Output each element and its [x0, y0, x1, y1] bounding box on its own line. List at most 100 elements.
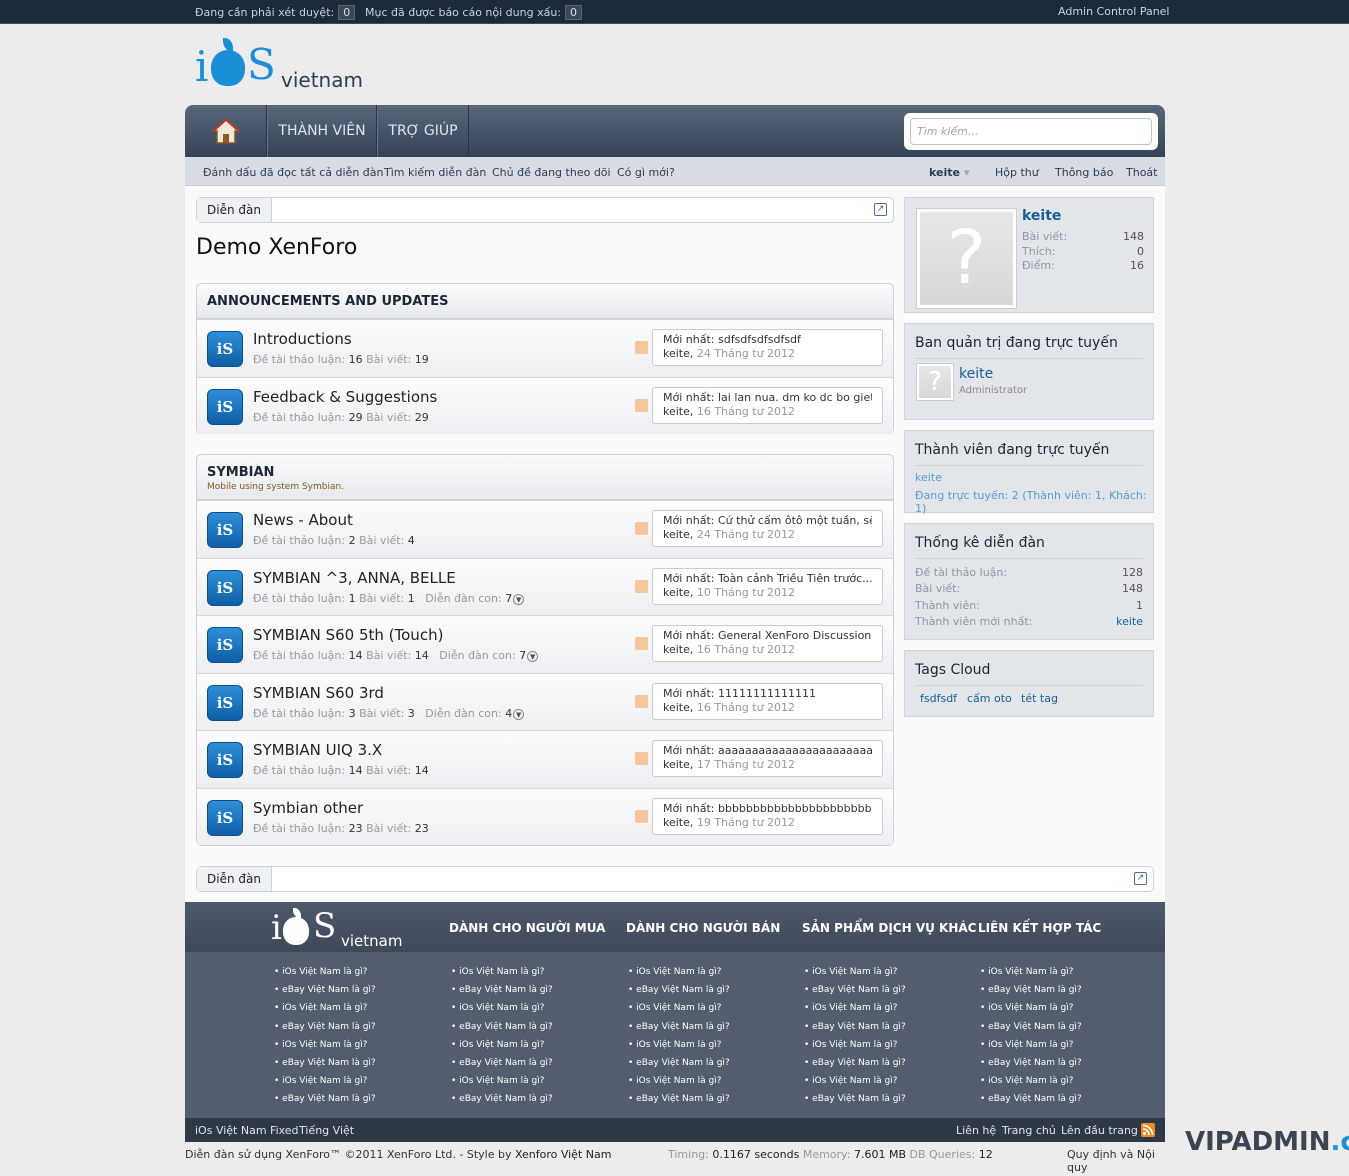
rss-icon[interactable] — [635, 398, 648, 412]
footer-link[interactable]: • eBay Việt Nam là gì? — [980, 1022, 1082, 1040]
footer-link[interactable]: • iOs Việt Nam là gì? — [804, 1003, 906, 1021]
rss-icon[interactable] — [635, 522, 648, 535]
last-post-user[interactable]: keite, — [663, 347, 693, 360]
staff-username[interactable]: keite — [959, 366, 993, 382]
category-header[interactable]: ANNOUNCEMENTS AND UPDATES — [197, 284, 893, 319]
forum-title[interactable]: News - About — [253, 511, 353, 529]
rss-icon[interactable] — [635, 809, 648, 823]
whats-new-link[interactable]: Có gì mới? — [617, 166, 675, 179]
forum-row[interactable]: iS SYMBIAN ^3, ANNA, BELLE Đề tài thảo luậ… — [197, 557, 893, 615]
external-link-icon[interactable]: ↗ — [874, 203, 887, 216]
latest-thread-link[interactable]: General XenForo Discussion... — [718, 629, 872, 642]
footer-link[interactable]: • eBay Việt Nam là gì? — [804, 985, 906, 1003]
footer-link[interactable]: • iOs Việt Nam là gì? — [980, 1076, 1082, 1094]
tag-link[interactable]: tét tag — [1021, 692, 1058, 705]
footer-link[interactable]: • iOs Việt Nam là gì? — [980, 1003, 1082, 1021]
back-to-top-link[interactable]: Lên đầu trang — [1061, 1124, 1138, 1137]
footer-link[interactable]: • iOs Việt Nam là gì? — [628, 1076, 730, 1094]
avatar[interactable]: ? — [916, 208, 1017, 309]
home-link[interactable]: Trang chủ — [1002, 1124, 1056, 1137]
tag-link[interactable]: fsdfsdf — [920, 692, 957, 705]
admin-control-panel-link[interactable]: Admin Control Panel — [1058, 5, 1170, 18]
last-post-user[interactable]: keite, — [663, 405, 693, 418]
footer-link[interactable]: • iOs Việt Nam là gì? — [451, 1003, 553, 1021]
footer-link[interactable]: • iOs Việt Nam là gì? — [451, 967, 553, 985]
chevron-down-icon[interactable]: ▼ — [513, 593, 525, 605]
search-input[interactable]: Tìm kiếm... — [910, 118, 1152, 145]
footer-link[interactable]: • iOs Việt Nam là gì? — [804, 1040, 906, 1058]
forum-title[interactable]: Feedback & Suggestions — [253, 388, 437, 406]
forum-row[interactable]: iS SYMBIAN UIQ 3.X Đề tài thảo luận: 14 Bà… — [197, 730, 893, 787]
last-post[interactable]: Mới nhất: bbbbbbbbbbbbbbbbbbbbbbbbbkeite… — [652, 797, 883, 835]
footer-link[interactable]: • iOs Việt Nam là gì? — [980, 967, 1082, 985]
rss-icon[interactable] — [635, 637, 648, 650]
footer-link[interactable]: • iOs Việt Nam là gì? — [451, 1076, 553, 1094]
reported-content-link[interactable]: Mục đã được báo cáo nội dung xấu: 0 — [365, 5, 583, 20]
pending-approval-link[interactable]: Đang cần phải xét duyệt: 0 — [195, 5, 356, 20]
newest-member-link[interactable]: keite — [1116, 615, 1143, 628]
footer-link[interactable]: • iOs Việt Nam là gì? — [628, 1040, 730, 1058]
footer-link[interactable]: • eBay Việt Nam là gì? — [804, 1058, 906, 1076]
last-post-user[interactable]: keite, — [663, 816, 693, 829]
last-post[interactable]: Mới nhất: 11111111111111 keite, 16 Tháng … — [652, 682, 883, 720]
watched-threads-link[interactable]: Chủ đề đang theo dõi — [492, 166, 611, 179]
forum-row[interactable]: iS Feedback & Suggestions Đề tài thảo luận… — [197, 376, 893, 434]
forum-row[interactable]: iS Introductions Đề tài thảo luận: 16 Bài … — [197, 319, 893, 376]
latest-thread-link[interactable]: lai lan nua. dm ko dc bo giet — [718, 391, 872, 404]
contact-link[interactable]: Liên hệ — [956, 1124, 996, 1137]
mark-all-read-link[interactable]: Đánh dấu đã đọc tất cả diễn đàn — [203, 166, 384, 179]
rss-icon[interactable] — [1141, 1123, 1155, 1137]
footer-link[interactable]: • eBay Việt Nam là gì? — [274, 1022, 376, 1040]
forum-title[interactable]: SYMBIAN UIQ 3.X — [253, 741, 382, 759]
latest-thread-link[interactable]: aaaaaaaaaaaaaaaaaaaaaaaaaaaaaaaaaa — [718, 744, 872, 757]
home-tab[interactable] — [185, 105, 267, 157]
forum-title[interactable]: SYMBIAN ^3, ANNA, BELLE — [253, 569, 456, 587]
site-logo[interactable]: i S vietnam — [195, 36, 365, 92]
forum-title[interactable]: SYMBIAN S60 3rd — [253, 684, 384, 702]
latest-thread-link[interactable]: Cứ thử cấm ôtô một tuần, sẽ... — [718, 514, 872, 527]
footer-link[interactable]: • eBay Việt Nam là gì? — [628, 1022, 730, 1040]
last-post[interactable]: Mới nhất: aaaaaaaaaaaaaaaaaaaaaaaaaaaaaa… — [652, 740, 883, 777]
inbox-link[interactable]: Hộp thư — [995, 166, 1039, 179]
forum-row[interactable]: iS Symbian other Đề tài thảo luận: 23 Bài … — [197, 787, 893, 845]
footer-link[interactable]: • eBay Việt Nam là gì? — [451, 1022, 553, 1040]
footer-link[interactable]: • eBay Việt Nam là gì? — [451, 1094, 553, 1112]
last-post[interactable]: Mới nhất: Cứ thử cấm ôtô một tuần, sẽ...… — [652, 510, 883, 547]
last-post-user[interactable]: keite, — [663, 643, 693, 656]
footer-link[interactable]: • iOs Việt Nam là gì? — [451, 1040, 553, 1058]
style-by-link[interactable]: Xenforo Việt Nam — [515, 1148, 612, 1161]
footer-link[interactable]: • eBay Việt Nam là gì? — [274, 1058, 376, 1076]
category-header[interactable]: SYMBIAN Mobile using system Symbian. — [197, 455, 893, 500]
tab-help[interactable]: TRỢ GIÚP — [377, 105, 469, 157]
footer-link[interactable]: • iOs Việt Nam là gì? — [274, 1040, 376, 1058]
avatar[interactable]: ? — [916, 363, 954, 401]
rules-link[interactable]: Quy định và Nội quy — [1067, 1148, 1165, 1174]
forum-row[interactable]: iS SYMBIAN S60 5th (Touch) Đề tài thảo luậ… — [197, 615, 893, 672]
footer-link[interactable]: • eBay Việt Nam là gì? — [980, 1094, 1082, 1112]
footer-link[interactable]: • eBay Việt Nam là gì? — [804, 1022, 906, 1040]
footer-link[interactable]: • iOs Việt Nam là gì? — [274, 1076, 376, 1094]
footer-link[interactable]: • eBay Việt Nam là gì? — [980, 1058, 1082, 1076]
last-post[interactable]: Mới nhất: General XenForo Discussion... k… — [652, 625, 883, 662]
account-menu[interactable]: keite ▾ — [929, 166, 969, 179]
latest-thread-link[interactable]: Toàn cảnh Triều Tiên trước... — [718, 572, 872, 585]
visitor-username[interactable]: keite — [1022, 208, 1061, 224]
footer-link[interactable]: • eBay Việt Nam là gì? — [628, 985, 730, 1003]
footer-link[interactable]: • iOs Việt Nam là gì? — [274, 1003, 376, 1021]
forum-row[interactable]: iS SYMBIAN S60 3rd Đề tài thảo luận: 3 Bài… — [197, 672, 893, 730]
footer-link[interactable]: • eBay Việt Nam là gì? — [451, 1058, 553, 1076]
rss-icon[interactable] — [635, 694, 648, 708]
footer-link[interactable]: • eBay Việt Nam là gì? — [804, 1094, 906, 1112]
last-post[interactable]: Mới nhất: lai lan nua. dm ko dc bo giet k… — [652, 386, 883, 424]
alerts-link[interactable]: Thông báo — [1055, 166, 1113, 179]
footer-logo[interactable]: i S vietnam — [271, 904, 411, 950]
footer-link[interactable]: • eBay Việt Nam là gì? — [628, 1058, 730, 1076]
footer-link[interactable]: • eBay Việt Nam là gì? — [274, 985, 376, 1003]
footer-link[interactable]: • iOs Việt Nam là gì? — [804, 967, 906, 985]
latest-thread-link[interactable]: bbbbbbbbbbbbbbbbbbbbbbbbb — [718, 802, 872, 815]
last-post[interactable]: Mới nhất: Toàn cảnh Triều Tiên trước... k… — [652, 567, 883, 605]
tab-members[interactable]: THÀNH VIÊN — [267, 105, 377, 157]
search-forums-link[interactable]: Tìm kiếm diễn đàn — [384, 166, 486, 179]
last-post-user[interactable]: keite, — [663, 528, 693, 541]
footer-link[interactable]: • iOs Việt Nam là gì? — [628, 967, 730, 985]
